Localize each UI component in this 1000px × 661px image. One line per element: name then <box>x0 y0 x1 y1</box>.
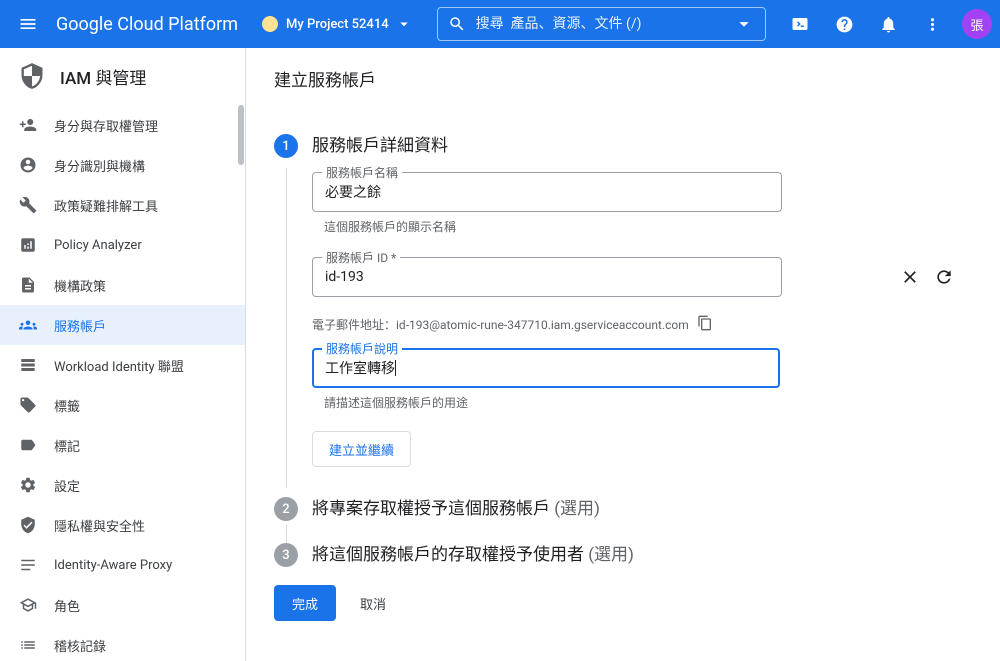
sidebar-item-1[interactable]: 身分識別與機構 <box>0 145 245 185</box>
step-number-2: 2 <box>274 497 298 521</box>
project-name: My Project 52414 <box>286 17 389 32</box>
step-2-title: 將專案存取權授予這個服務帳戶 (選用) <box>312 497 600 521</box>
description-helper: 請描述這個服務帳戶的用途 <box>324 394 972 411</box>
header-actions: 張 <box>782 6 992 42</box>
sidebar-item-label: 身分與存取權管理 <box>54 116 158 135</box>
search-bar[interactable] <box>437 7 766 41</box>
sidebar-item-label: 身分識別與機構 <box>54 156 145 175</box>
sidebar-item-8[interactable]: 標記 <box>0 425 245 465</box>
main-content: 建立服務帳戶 1 服務帳戶詳細資料 服務帳戶名稱 這個服務帳戶的顯示名稱 服務帳… <box>246 48 1000 661</box>
sidebar-item-5[interactable]: 服務帳戶 <box>0 305 245 345</box>
email-line: 電子郵件地址：id-193@atomic-rune-347710.iam.gse… <box>312 315 972 334</box>
id-label: 服務帳戶 ID * <box>322 249 400 266</box>
copy-icon[interactable] <box>697 315 713 334</box>
chevron-down-icon <box>395 15 413 33</box>
hat-icon <box>18 595 38 615</box>
scrollbar-thumb[interactable] <box>238 105 244 165</box>
sidebar-item-12[interactable]: 角色 <box>0 585 245 625</box>
name-field: 服務帳戶名稱 <box>312 172 972 212</box>
step-3-title: 將這個服務帳戶的存取權授予使用者 (選用) <box>312 543 634 567</box>
done-button[interactable]: 完成 <box>274 585 336 621</box>
sidebar-item-13[interactable]: 稽核記錄 <box>0 625 245 661</box>
analyzer-icon <box>18 235 38 255</box>
logo[interactable]: Google Cloud Platform <box>56 14 238 35</box>
shield-check-icon <box>18 515 38 535</box>
menu-icon[interactable] <box>8 4 48 44</box>
step-3-header[interactable]: 3 將這個服務帳戶的存取權授予使用者 (選用) <box>274 543 972 567</box>
sidebar-item-label: 角色 <box>54 596 80 615</box>
description-field: 服務帳戶說明 工作室轉移 <box>312 348 972 388</box>
create-continue-button[interactable]: 建立並繼續 <box>312 431 411 467</box>
doc-icon <box>18 275 38 295</box>
sidebar-item-label: 稽核記錄 <box>54 636 106 655</box>
search-icon <box>448 15 466 33</box>
sidebar-item-9[interactable]: 設定 <box>0 465 245 505</box>
tag-icon <box>18 395 38 415</box>
more-icon[interactable] <box>914 6 950 42</box>
sidebar-item-label: 服務帳戶 <box>54 316 106 335</box>
iap-icon <box>18 555 38 575</box>
sidebar-item-2[interactable]: 政策疑難排解工具 <box>0 185 245 225</box>
search-input[interactable] <box>476 16 723 32</box>
name-helper: 這個服務帳戶的顯示名稱 <box>324 218 972 235</box>
sidebar-item-label: 政策疑難排解工具 <box>54 196 158 215</box>
sidebar-item-label: 標記 <box>54 436 80 455</box>
sidebar-item-label: Workload Identity 聯盟 <box>54 356 184 375</box>
help-icon[interactable] <box>826 6 862 42</box>
wrench-icon <box>18 195 38 215</box>
project-dot-icon <box>262 16 278 32</box>
people-add-icon <box>18 115 38 135</box>
sidebar-item-0[interactable]: 身分與存取權管理 <box>0 105 245 145</box>
sidebar-item-label: 標籤 <box>54 396 80 415</box>
project-picker[interactable]: My Project 52414 <box>254 15 421 33</box>
sidebar-title[interactable]: IAM 與管理 <box>0 48 245 105</box>
sidebar-item-7[interactable]: 標籤 <box>0 385 245 425</box>
chevron-down-icon[interactable] <box>733 13 755 35</box>
service-account-icon <box>18 315 38 335</box>
iam-shield-icon <box>18 62 46 90</box>
label-icon <box>18 435 38 455</box>
sidebar-item-4[interactable]: 機構政策 <box>0 265 245 305</box>
refresh-icon[interactable] <box>930 263 958 291</box>
sidebar-item-label: 設定 <box>54 476 80 495</box>
clear-icon[interactable] <box>896 263 924 291</box>
avatar[interactable]: 張 <box>962 9 992 39</box>
cancel-button[interactable]: 取消 <box>348 585 398 621</box>
sidebar: IAM 與管理 身分與存取權管理身分識別與機構政策疑難排解工具 Policy An… <box>0 48 246 661</box>
description-label: 服務帳戶說明 <box>322 340 402 357</box>
step-number-3: 3 <box>274 543 298 567</box>
sidebar-item-6[interactable]: Workload Identity 聯盟 <box>0 345 245 385</box>
name-label: 服務帳戶名稱 <box>322 164 402 181</box>
cloud-shell-icon[interactable] <box>782 6 818 42</box>
step-1-header: 1 服務帳戶詳細資料 <box>274 134 972 158</box>
step-number-1: 1 <box>274 134 298 158</box>
workload-icon <box>18 355 38 375</box>
sidebar-item-label: 機構政策 <box>54 276 106 295</box>
sidebar-item-10[interactable]: 隱私權與安全性 <box>0 505 245 545</box>
step-1-title: 服務帳戶詳細資料 <box>312 134 448 158</box>
id-field: 服務帳戶 ID * <box>312 257 972 297</box>
step-2-header[interactable]: 2 將專案存取權授予這個服務帳戶 (選用) <box>274 497 972 521</box>
top-header: Google Cloud Platform My Project 52414 張 <box>0 0 1000 48</box>
sidebar-item-label: Policy Analyzer <box>54 238 142 253</box>
sidebar-title-text: IAM 與管理 <box>60 64 146 89</box>
gear-icon <box>18 475 38 495</box>
sidebar-item-3[interactable]: Policy Analyzer <box>0 225 245 265</box>
sidebar-item-label: Identity-Aware Proxy <box>54 558 172 573</box>
sidebar-item-11[interactable]: Identity-Aware Proxy <box>0 545 245 585</box>
sidebar-item-label: 隱私權與安全性 <box>54 516 145 535</box>
list-icon <box>18 635 38 655</box>
person-circle-icon <box>18 155 38 175</box>
page-title: 建立服務帳戶 <box>246 48 1000 110</box>
notifications-icon[interactable] <box>870 6 906 42</box>
